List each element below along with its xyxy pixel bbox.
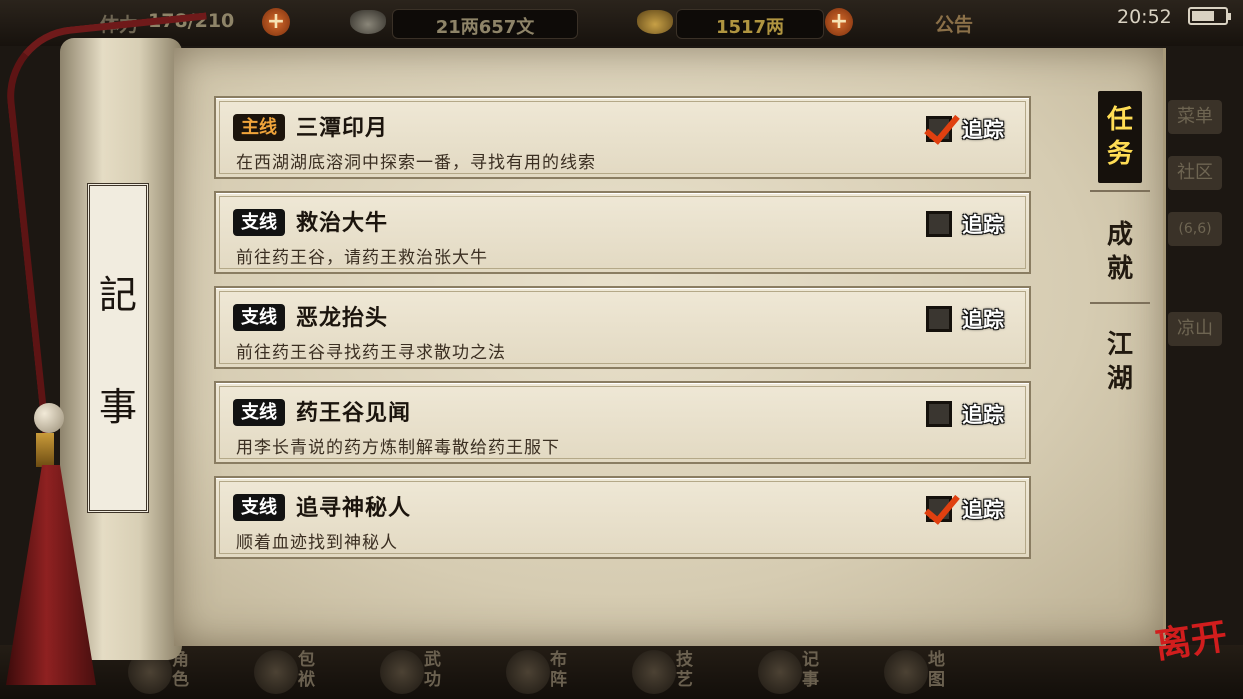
dock-skills[interactable]: 技艺 bbox=[630, 648, 706, 696]
add-stamina-button[interactable]: + bbox=[262, 8, 290, 36]
tab-quests[interactable]: 任务 bbox=[1098, 91, 1142, 183]
silver-display: 21两657文 bbox=[392, 9, 578, 39]
quest-description: 用李长青说的药方炼制解毒散给药王服下 bbox=[236, 438, 560, 458]
track-label: 追踪 bbox=[962, 213, 1004, 237]
menu-button[interactable]: 菜单 bbox=[1168, 100, 1222, 134]
track-checkbox[interactable] bbox=[926, 116, 952, 142]
battery-icon bbox=[1188, 7, 1231, 25]
track-toggle[interactable]: 追踪 bbox=[922, 300, 1018, 336]
quest-type-badge: 主线 bbox=[233, 114, 285, 141]
dock-formation[interactable]: 布阵 bbox=[504, 648, 580, 696]
silver-icon bbox=[350, 10, 386, 34]
quest-description: 前往药王谷，请药王救治张大牛 bbox=[236, 248, 488, 268]
quest-type-badge: 支线 bbox=[233, 399, 285, 426]
track-toggle[interactable]: 追踪 bbox=[922, 205, 1018, 241]
quest-item[interactable]: 主线 三潭印月 在西湖湖底溶洞中探索一番，寻找有用的线索 追踪 bbox=[214, 96, 1031, 179]
title-char-2: 事 bbox=[98, 385, 137, 429]
jade-bead bbox=[34, 403, 64, 433]
tab-quests-label: 任务 bbox=[1106, 105, 1133, 169]
book-icon bbox=[380, 650, 424, 694]
dock-martial-arts[interactable]: 武功 bbox=[378, 648, 454, 696]
scroll-icon bbox=[758, 650, 802, 694]
coordinate-readout: (6,6) bbox=[1168, 212, 1222, 246]
dock-journal[interactable]: 记事 bbox=[756, 648, 832, 696]
quest-item[interactable]: 支线 救治大牛 前往药王谷，请药王救治张大牛 追踪 bbox=[214, 191, 1031, 274]
track-toggle[interactable]: 追踪 bbox=[922, 110, 1018, 146]
community-button[interactable]: 社区 bbox=[1168, 156, 1222, 190]
track-toggle[interactable]: 追踪 bbox=[922, 395, 1018, 431]
quest-title: 救治大牛 bbox=[296, 211, 389, 236]
tools-icon bbox=[632, 650, 676, 694]
notice-button[interactable]: 公告 bbox=[935, 10, 973, 37]
quest-item[interactable]: 支线 恶龙抬头 前往药王谷寻找药王寻求散功之法 追踪 bbox=[214, 286, 1031, 369]
title-char-1: 記 bbox=[98, 273, 137, 317]
track-checkbox[interactable] bbox=[926, 401, 952, 427]
track-label: 追踪 bbox=[962, 308, 1004, 332]
bagua-icon bbox=[506, 650, 550, 694]
map-icon bbox=[884, 650, 928, 694]
quest-item[interactable]: 支线 药王谷见闻 用李长青说的药方炼制解毒散给药王服下 追踪 bbox=[214, 381, 1031, 464]
quest-type-badge: 支线 bbox=[233, 494, 285, 521]
gold-display: 1517两 bbox=[676, 9, 824, 39]
quest-description: 顺着血迹找到神秘人 bbox=[236, 533, 398, 553]
track-toggle[interactable]: 追踪 bbox=[922, 490, 1018, 526]
quest-title: 药王谷见闻 bbox=[296, 401, 412, 426]
gold-icon bbox=[637, 10, 673, 34]
bag-icon bbox=[254, 650, 298, 694]
quest-item[interactable]: 支线 追寻神秘人 顺着血迹找到神秘人 追踪 bbox=[214, 476, 1031, 559]
tab-jianghu[interactable]: 江湖 bbox=[1098, 328, 1142, 396]
track-checkbox[interactable] bbox=[926, 306, 952, 332]
leave-button[interactable]: 离开 bbox=[1151, 607, 1232, 686]
dock-map[interactable]: 地图 bbox=[882, 648, 958, 696]
track-label: 追踪 bbox=[962, 118, 1004, 142]
quest-title: 恶龙抬头 bbox=[296, 306, 389, 331]
quest-title: 三潭印月 bbox=[296, 116, 389, 141]
quest-type-badge: 支线 bbox=[233, 209, 285, 236]
tab-divider bbox=[1090, 302, 1150, 304]
quest-type-badge: 支线 bbox=[233, 304, 285, 331]
tab-divider bbox=[1090, 190, 1150, 192]
gold-value: 1517两 bbox=[715, 17, 785, 38]
journal-title-plaque: 記 事 bbox=[87, 183, 149, 513]
track-label: 追踪 bbox=[962, 498, 1004, 522]
location-label: 凉山 bbox=[1168, 312, 1222, 346]
tassel-cap bbox=[36, 433, 54, 467]
track-label: 追踪 bbox=[962, 403, 1004, 427]
silver-value: 21两657文 bbox=[435, 17, 535, 38]
quest-description: 前往药王谷寻找药王寻求散功之法 bbox=[236, 343, 506, 363]
tab-achievements-label: 成就 bbox=[1106, 220, 1133, 284]
tab-jianghu-label: 江湖 bbox=[1106, 330, 1133, 394]
quest-title: 追寻神秘人 bbox=[296, 496, 412, 521]
track-checkbox[interactable] bbox=[926, 496, 952, 522]
add-gold-button[interactable]: + bbox=[825, 8, 853, 36]
dock-inventory[interactable]: 包袱 bbox=[252, 648, 328, 696]
tab-achievements[interactable]: 成就 bbox=[1098, 218, 1142, 286]
clock: 20:52 bbox=[1117, 6, 1172, 28]
quest-description: 在西湖湖底溶洞中探索一番，寻找有用的线索 bbox=[236, 153, 596, 173]
track-checkbox[interactable] bbox=[926, 211, 952, 237]
